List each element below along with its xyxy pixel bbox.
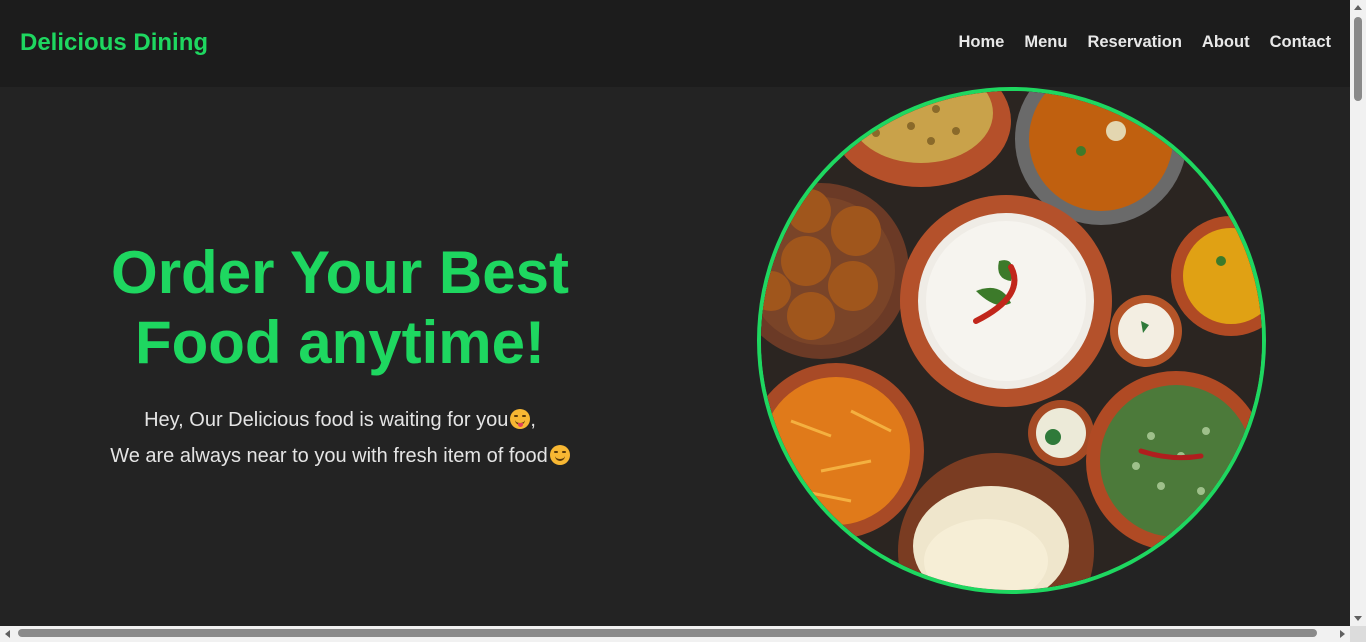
main-nav: Home Menu Reservation About Contact <box>959 33 1331 52</box>
nav-home[interactable]: Home <box>959 33 1005 52</box>
vertical-scrollbar[interactable] <box>1350 0 1366 626</box>
scroll-left-icon[interactable] <box>5 630 10 638</box>
nav-menu[interactable]: Menu <box>1024 33 1067 52</box>
scroll-up-icon[interactable] <box>1354 5 1362 10</box>
hero-sub-line2: We are always near to you with fresh ite… <box>110 445 548 467</box>
indian-thali-food-image <box>761 91 1262 590</box>
site-header: Delicious Dining Home Menu Reservation A… <box>0 0 1350 87</box>
hero-sub-line1: Hey, Our Delicious food is waiting for y… <box>144 409 509 431</box>
hero-title: Order Your Best Food anytime! <box>60 238 620 378</box>
hero-food-image <box>757 87 1266 594</box>
scroll-down-icon[interactable] <box>1354 616 1362 621</box>
brand-logo[interactable]: Delicious Dining <box>20 29 208 57</box>
page-viewport: Delicious Dining Home Menu Reservation A… <box>0 0 1350 626</box>
hero-section: Order Your Best Food anytime! Hey, Our D… <box>60 238 620 474</box>
nav-reservation[interactable]: Reservation <box>1087 33 1181 52</box>
face-savoring-food-icon <box>510 409 531 429</box>
nav-contact[interactable]: Contact <box>1270 33 1331 52</box>
hero-title-line1: Order Your Best <box>111 239 569 306</box>
hero-sub-line1-suffix: , <box>530 409 536 431</box>
hero-subtitle: Hey, Our Delicious food is waiting for y… <box>60 402 620 474</box>
scroll-right-icon[interactable] <box>1340 630 1345 638</box>
horizontal-scrollbar[interactable] <box>0 626 1350 642</box>
vertical-scroll-thumb[interactable] <box>1354 17 1362 101</box>
horizontal-scroll-thumb[interactable] <box>18 629 1317 637</box>
hero-title-line2: Food anytime! <box>134 309 545 376</box>
smiling-face-icon <box>549 445 570 465</box>
scrollbar-corner <box>1350 626 1366 642</box>
nav-about[interactable]: About <box>1202 33 1250 52</box>
